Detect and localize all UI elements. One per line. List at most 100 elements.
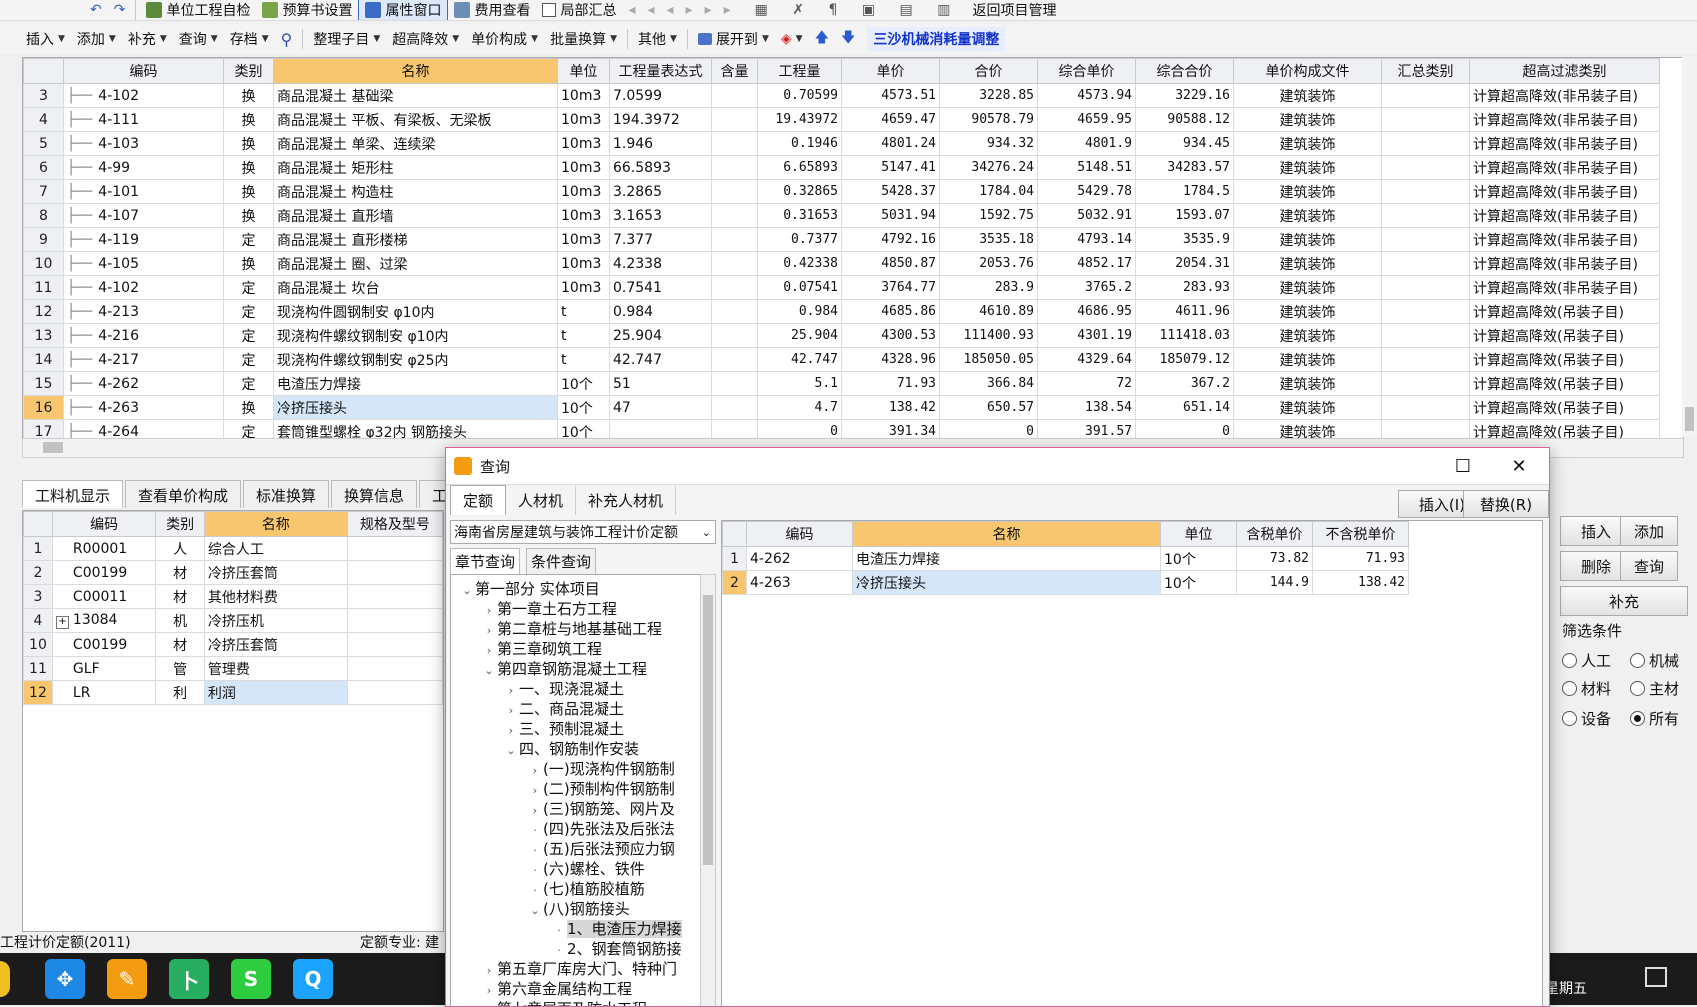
redo-icon[interactable]: ↷ bbox=[108, 0, 132, 20]
nav-arrows-icon[interactable]: ◂◂◂▸▸▸ bbox=[622, 0, 748, 20]
code-cell[interactable]: LR bbox=[51, 680, 157, 705]
price-file-cell[interactable]: 建筑装饰 bbox=[1233, 179, 1382, 204]
col-notax-price[interactable]: 不含税单价 bbox=[1312, 521, 1409, 547]
quantity-cell[interactable]: 0 bbox=[757, 419, 842, 438]
notification-icon[interactable] bbox=[0, 961, 10, 997]
row-number[interactable]: 15 bbox=[23, 371, 64, 396]
type-cell[interactable]: 管 bbox=[155, 656, 205, 681]
height-filter-cell[interactable]: 计算超高降效(吊装子目) bbox=[1469, 395, 1660, 420]
content-cell[interactable] bbox=[711, 179, 758, 204]
tree-node[interactable]: › (一)现浇构件钢筋制 bbox=[527, 759, 675, 779]
tab-quota[interactable]: 定额 bbox=[450, 485, 507, 515]
price-file-cell[interactable]: 建筑装饰 bbox=[1233, 251, 1382, 276]
composite-total-cell[interactable]: 185079.12 bbox=[1135, 347, 1234, 372]
summary-type-cell[interactable] bbox=[1381, 419, 1470, 438]
tree-node[interactable]: › (三)钢筋笼、网片及 bbox=[527, 799, 675, 819]
filter-radio-2[interactable]: 材料 bbox=[1562, 678, 1611, 699]
summary-type-cell[interactable] bbox=[1381, 275, 1470, 300]
expression-cell[interactable]: 7.377 bbox=[609, 227, 712, 252]
name-cell[interactable]: 冷挤压套筒 bbox=[203, 560, 348, 585]
price-cell[interactable]: 4328.96 bbox=[841, 347, 940, 372]
composite-price-cell[interactable]: 5032.91 bbox=[1037, 203, 1136, 228]
chevron-right-icon[interactable]: › bbox=[481, 961, 497, 981]
expression-cell[interactable]: 47 bbox=[609, 395, 712, 420]
composite-price-cell[interactable]: 4801.9 bbox=[1037, 131, 1136, 156]
unit-cell[interactable]: 10m3 bbox=[557, 203, 610, 228]
spec-cell[interactable] bbox=[346, 560, 443, 585]
quantity-cell[interactable]: 0.32865 bbox=[757, 179, 842, 204]
type-cell[interactable]: 换 bbox=[223, 203, 274, 228]
code-cell[interactable]: +13084 bbox=[51, 608, 157, 633]
type-cell[interactable]: 人 bbox=[155, 536, 205, 561]
code-cell[interactable]: 4-262 bbox=[746, 546, 853, 571]
composite-price-cell[interactable]: 4301.19 bbox=[1037, 323, 1136, 348]
expression-cell[interactable]: 66.5893 bbox=[609, 155, 712, 180]
col-code[interactable]: 编码 bbox=[746, 521, 853, 547]
name-cell[interactable]: 利润 bbox=[203, 680, 348, 705]
height-filter-cell[interactable]: 计算超高降效(非吊装子目) bbox=[1469, 131, 1660, 156]
tree-node[interactable]: › 二、商品混凝土 bbox=[503, 699, 624, 719]
price-file-cell[interactable]: 建筑装饰 bbox=[1233, 83, 1382, 108]
price-cell[interactable]: 4850.87 bbox=[841, 251, 940, 276]
name-cell[interactable]: 冷挤压机 bbox=[203, 608, 348, 633]
return-project-button[interactable]: 返回项目管理 bbox=[966, 0, 1062, 20]
expression-cell[interactable]: 0.7541 bbox=[609, 275, 712, 300]
dialog-titlebar[interactable]: 查询 ☐ ✕ bbox=[446, 448, 1549, 485]
tax-price-cell[interactable]: 73.82 bbox=[1236, 546, 1313, 571]
tab-labor-material-machine[interactable]: 人材机 bbox=[506, 485, 577, 515]
tree-node[interactable]: ⌄ (八)钢筋接头 bbox=[527, 899, 629, 919]
row-number[interactable]: 17 bbox=[23, 419, 64, 438]
scroll-thumb[interactable] bbox=[703, 595, 713, 865]
tax-price-cell[interactable]: 144.9 bbox=[1236, 570, 1313, 595]
quota-library-select[interactable]: 海南省房屋建筑与装饰工程计价定额 ⌄ bbox=[450, 520, 716, 544]
scroll-thumb[interactable] bbox=[1685, 407, 1694, 431]
composite-total-cell[interactable]: 283.93 bbox=[1135, 275, 1234, 300]
summary-type-cell[interactable] bbox=[1381, 299, 1470, 324]
type-cell[interactable]: 定 bbox=[223, 227, 274, 252]
tree-node[interactable]: · (四)先张法及后张法 bbox=[527, 819, 674, 839]
unit-cell[interactable]: 10m3 bbox=[557, 227, 610, 252]
filter-radio-3[interactable]: 主材 bbox=[1630, 678, 1679, 699]
table-row[interactable]: 3 ├── 4-102 换商品混凝土 基础梁 10m3 7.0599 0.70599 4573… bbox=[23, 83, 1660, 108]
spec-cell[interactable] bbox=[346, 680, 443, 705]
row-number[interactable]: 5 bbox=[23, 131, 64, 156]
name-cell[interactable]: 商品混凝土 圈、过梁 bbox=[273, 251, 558, 276]
price-cell[interactable]: 3764.77 bbox=[841, 275, 940, 300]
expression-cell[interactable]: 3.2865 bbox=[609, 179, 712, 204]
row-number[interactable]: 8 bbox=[23, 203, 64, 228]
price-file-cell[interactable]: 建筑装饰 bbox=[1233, 323, 1382, 348]
row-number[interactable]: 6 bbox=[23, 155, 64, 180]
composite-price-cell[interactable]: 4686.95 bbox=[1037, 299, 1136, 324]
tree-node[interactable]: › 第三章砌筑工程 bbox=[481, 639, 602, 659]
spec-cell[interactable] bbox=[346, 632, 443, 657]
partial-summary-checkbox[interactable]: 局部汇总 bbox=[536, 0, 622, 20]
code-cell[interactable]: ├── 4-105 bbox=[63, 251, 224, 276]
composite-price-cell[interactable]: 391.57 bbox=[1037, 419, 1136, 438]
price-file-cell[interactable]: 建筑装饰 bbox=[1233, 155, 1382, 180]
table-row[interactable]: 11 ├── 4-102 定商品混凝土 坎台 10m3 0.7541 0.07541 3764… bbox=[23, 275, 1660, 300]
quantity-cell[interactable]: 0.984 bbox=[757, 299, 842, 324]
type-cell[interactable]: 材 bbox=[155, 632, 205, 657]
table-row[interactable]: 13 ├── 4-216 定现浇构件螺纹钢制安 φ10内 t 25.904 25.904 43… bbox=[23, 323, 1660, 348]
filter-radio-4[interactable]: 设备 bbox=[1562, 708, 1611, 729]
table-row[interactable]: 4 ├── 4-111 换商品混凝土 平板、有梁板、无梁板 10m3 194.3972 19… bbox=[23, 107, 1660, 132]
quantity-cell[interactable]: 0.1946 bbox=[757, 131, 842, 156]
table-row[interactable]: 10 ├── 4-105 换商品混凝土 圈、过梁 10m3 4.2338 0.42338 48… bbox=[23, 251, 1660, 276]
type-cell[interactable]: 定 bbox=[223, 299, 274, 324]
composite-price-cell[interactable]: 72 bbox=[1037, 371, 1136, 396]
content-cell[interactable] bbox=[711, 107, 758, 132]
spec-cell[interactable] bbox=[346, 584, 443, 609]
scroll-thumb[interactable] bbox=[43, 442, 63, 453]
height-efficiency-menu[interactable]: 超高降效 ▼ bbox=[386, 24, 465, 54]
tab-unit-price-composition[interactable]: 查看单价构成 bbox=[125, 480, 242, 508]
summary-type-cell[interactable] bbox=[1381, 179, 1470, 204]
unit-cell[interactable]: 10m3 bbox=[557, 155, 610, 180]
expression-cell[interactable]: 4.2338 bbox=[609, 251, 712, 276]
table-row[interactable]: 17 ├── 4-264 定套筒锥型螺栓 φ32内 钢筋接头 10个 0 391.34 0 39… bbox=[23, 419, 1660, 438]
summary-type-cell[interactable] bbox=[1381, 155, 1470, 180]
code-cell[interactable]: ├── 4-101 bbox=[63, 179, 224, 204]
taskbar-app-3[interactable]: S bbox=[231, 959, 271, 999]
code-cell[interactable]: ├── 4-119 bbox=[63, 227, 224, 252]
filter-radio-5[interactable]: 所有 bbox=[1630, 708, 1679, 729]
code-cell[interactable]: ├── 4-264 bbox=[63, 419, 224, 438]
